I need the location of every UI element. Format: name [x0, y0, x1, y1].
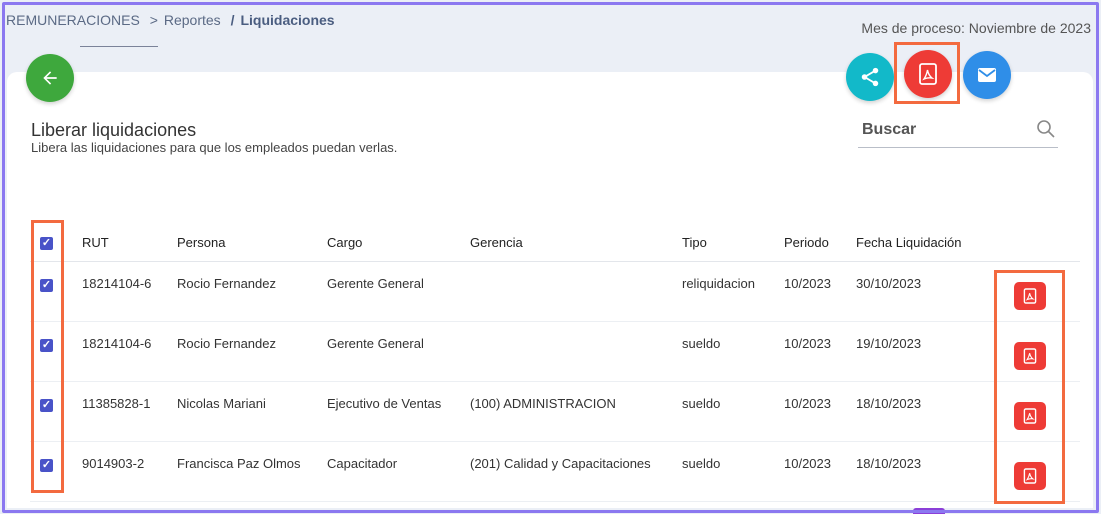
section-subtitle: Libera las liquidaciones para que los em… [31, 140, 398, 155]
cell-periodo: 10/2023 [784, 276, 831, 291]
highlight-row-pdf-buttons [994, 270, 1065, 504]
cell-spacer [976, 262, 996, 322]
column-header-periodo[interactable]: Periodo [774, 223, 846, 262]
cell-cargo: Ejecutivo de Ventas [327, 396, 442, 411]
cell-periodo: 10/2023 [784, 396, 831, 411]
breadcrumb-separator: / [230, 12, 235, 28]
column-header-actions [996, 223, 1080, 262]
bottom-tab-indicator [913, 508, 945, 514]
cell-spacer [976, 382, 996, 442]
cell-gerencia: (201) Calidad y Capacitaciones [470, 456, 651, 471]
back-button[interactable] [26, 54, 74, 102]
column-header-tipo[interactable]: Tipo [672, 223, 774, 262]
cell-cargo: Gerente General [327, 336, 424, 351]
cell-rut: 18214104-6 [82, 336, 152, 351]
cell-spacer [976, 442, 996, 502]
table-row: ✓ 18214104-6 Rocio Fernandez Gerente Gen… [30, 322, 1080, 382]
search-underline [858, 147, 1058, 148]
cell-periodo: 10/2023 [784, 456, 831, 471]
cell-rut: 11385828-1 [82, 396, 151, 411]
share-button[interactable] [846, 53, 894, 101]
breadcrumb-root[interactable]: REMUNERACIONES [6, 12, 140, 28]
cell-cargo: Gerente General [327, 276, 424, 291]
search-icon[interactable] [1036, 119, 1056, 139]
highlight-checkbox-column [31, 220, 64, 493]
breadcrumb-separator: > [149, 12, 158, 28]
cell-persona: Nicolas Mariani [177, 396, 266, 411]
highlight-export-pdf [894, 42, 960, 104]
cell-persona: Rocio Fernandez [177, 336, 276, 351]
cell-cargo: Capacitador [327, 456, 398, 471]
tab-underline [80, 46, 158, 47]
process-month: Mes de proceso: Noviembre de 2023 [861, 20, 1091, 36]
column-header-fecha[interactable]: Fecha Liquidación [846, 223, 976, 262]
cell-tipo: sueldo [682, 396, 721, 411]
cell-tipo: sueldo [682, 456, 721, 471]
table-header-row: ✓ RUT Persona Cargo Gerencia Tipo Period… [30, 223, 1080, 262]
cell-spacer [976, 322, 996, 382]
cell-fecha: 30/10/2023 [856, 276, 922, 291]
search-input[interactable]: Buscar [862, 121, 916, 139]
breadcrumb: REMUNERACIONES > Reportes / Liquidaciones [6, 12, 335, 28]
table-row: ✓ 11385828-1 Nicolas Mariani Ejecutivo d… [30, 382, 1080, 442]
column-header-persona[interactable]: Persona [167, 223, 317, 262]
cell-periodo: 10/2023 [784, 336, 831, 351]
mail-icon [978, 68, 996, 82]
cell-tipo: sueldo [682, 336, 721, 351]
column-header-cargo[interactable]: Cargo [317, 223, 460, 262]
column-header-gerencia[interactable]: Gerencia [460, 223, 672, 262]
breadcrumb-current: Liquidaciones [240, 12, 335, 28]
cell-fecha: 18/10/2023 [856, 456, 922, 471]
table-row: ✓ 9014903-2 Francisca Paz Olmos Capacita… [30, 442, 1080, 502]
share-icon [861, 67, 879, 87]
email-button[interactable] [963, 51, 1011, 99]
cell-fecha: 19/10/2023 [856, 336, 922, 351]
cell-persona: Francisca Paz Olmos [177, 456, 301, 471]
column-header-spacer [976, 223, 996, 262]
cell-rut: 9014903-2 [82, 456, 145, 471]
table-row: ✓ 18214104-6 Rocio Fernandez Gerente Gen… [30, 262, 1080, 322]
cell-tipo: reliquidacion [682, 276, 755, 291]
cell-persona: Rocio Fernandez [177, 276, 276, 291]
breadcrumb-reportes[interactable]: Reportes [164, 12, 221, 28]
cell-gerencia [460, 322, 672, 382]
column-header-rut[interactable]: RUT [72, 223, 167, 262]
arrow-left-icon [43, 71, 57, 85]
cell-gerencia: (100) ADMINISTRACION [470, 396, 616, 411]
cell-gerencia [460, 262, 672, 322]
liquidaciones-table: ✓ RUT Persona Cargo Gerencia Tipo Period… [30, 223, 1080, 502]
section-title: Liberar liquidaciones [31, 120, 197, 140]
cell-rut: 18214104-6 [82, 276, 152, 291]
cell-fecha: 18/10/2023 [856, 396, 922, 411]
